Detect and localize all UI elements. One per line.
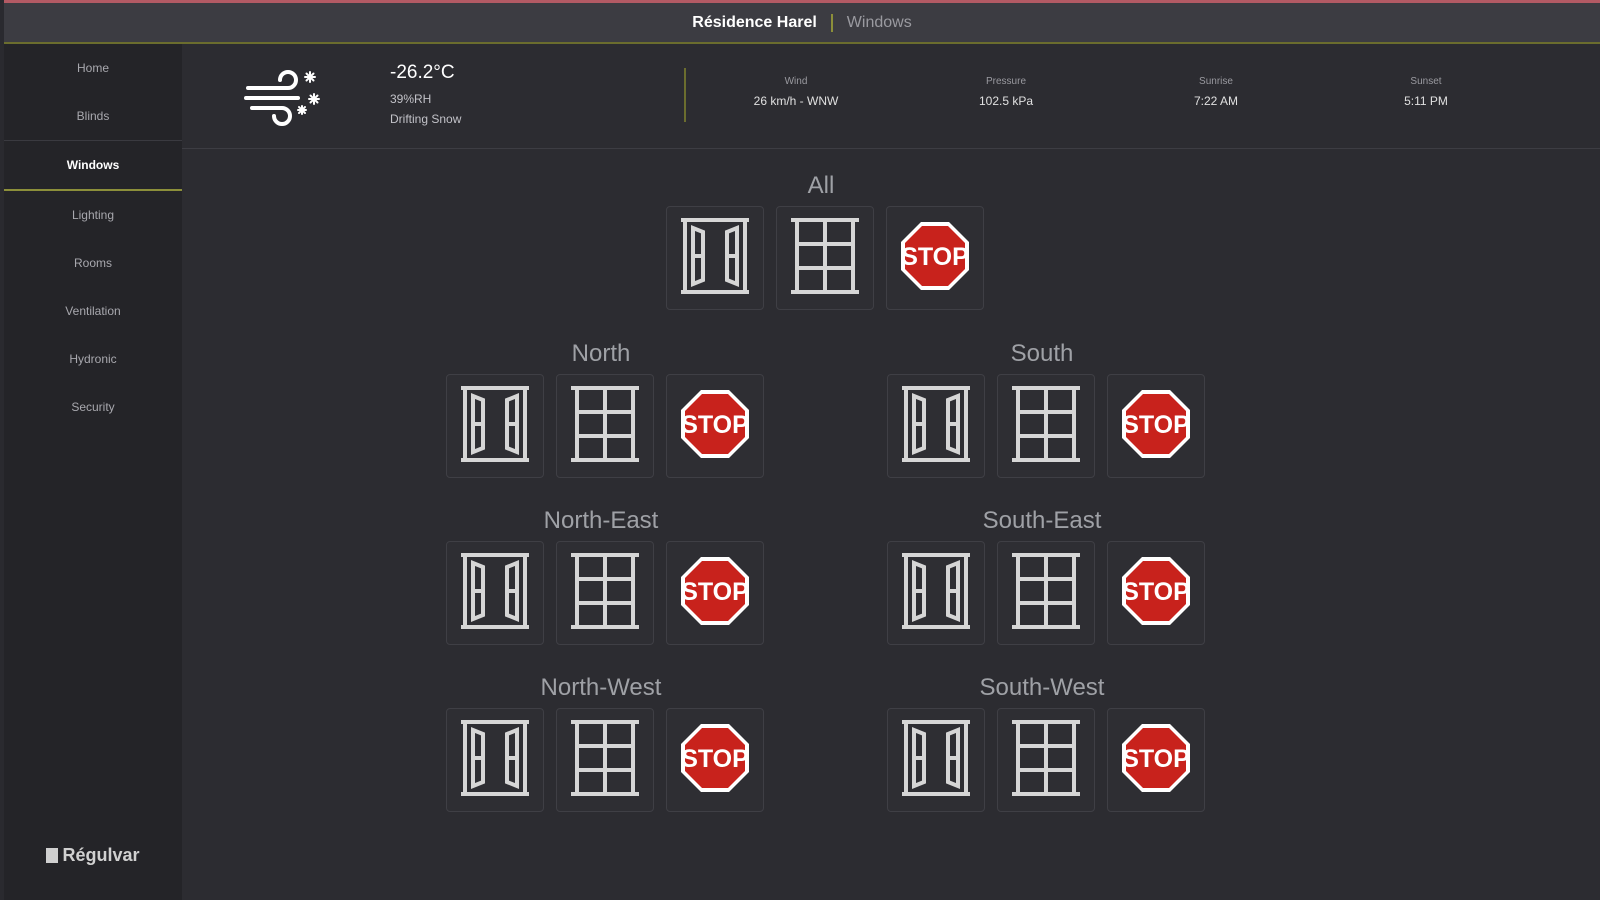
window-closed-icon bbox=[569, 549, 641, 638]
window-closed-icon bbox=[569, 382, 641, 471]
close-button-north-east[interactable] bbox=[556, 541, 654, 645]
sidebar-item-blinds[interactable]: Blinds bbox=[4, 92, 182, 140]
current-page-title: Windows bbox=[846, 13, 912, 31]
stop-label: STOP bbox=[1122, 411, 1190, 439]
window-closed-icon bbox=[789, 214, 861, 303]
window-closed-icon bbox=[569, 716, 641, 805]
sunset-value: 5:11 PM bbox=[1404, 94, 1448, 108]
stop-label: STOP bbox=[681, 411, 749, 439]
stop-sign-icon: STOP bbox=[1120, 388, 1192, 465]
sunrise-stat: Sunrise 7:22 AM bbox=[1116, 76, 1316, 108]
group-buttons-north-east: STOP bbox=[446, 541, 764, 645]
stop-label: STOP bbox=[901, 243, 969, 271]
wind-label: Wind bbox=[784, 76, 808, 87]
group-title-north: North bbox=[571, 340, 631, 367]
close-button-all[interactable] bbox=[776, 206, 874, 310]
open-button-south-west[interactable] bbox=[887, 708, 985, 812]
stop-button-north-east[interactable]: STOP bbox=[666, 541, 764, 645]
stop-button-north-west[interactable]: STOP bbox=[666, 708, 764, 812]
open-button-south[interactable] bbox=[887, 374, 985, 478]
group-title-all: All bbox=[807, 172, 835, 199]
brand-title: Résidence Harel bbox=[692, 13, 817, 31]
sunrise-value: 7:22 AM bbox=[1193, 94, 1239, 108]
stop-label: STOP bbox=[681, 745, 749, 773]
drifting-snow-icon bbox=[244, 66, 324, 131]
window-closed-icon bbox=[1010, 716, 1082, 805]
window-open-icon bbox=[459, 716, 531, 805]
group-buttons-all: STOP bbox=[666, 206, 984, 310]
group-buttons-south-east: STOP bbox=[887, 541, 1205, 645]
stop-sign-icon: STOP bbox=[679, 722, 751, 799]
weather-panel: -26.2°C 39%RH Drifting Snow Wind 26 km/h… bbox=[182, 44, 1600, 149]
open-button-north-east[interactable] bbox=[446, 541, 544, 645]
logo-mark-icon bbox=[46, 848, 59, 863]
window-open-icon bbox=[900, 382, 972, 471]
sidebar-item-lighting[interactable]: Lighting bbox=[4, 191, 182, 239]
window-open-icon bbox=[900, 716, 972, 805]
stop-label: STOP bbox=[1122, 745, 1190, 773]
window-open-icon bbox=[679, 214, 751, 303]
stop-label: STOP bbox=[1122, 578, 1190, 606]
sidebar-item-ventilation[interactable]: Ventilation bbox=[4, 287, 182, 335]
stop-button-all[interactable]: STOP bbox=[886, 206, 984, 310]
sidebar-item-windows[interactable]: Windows bbox=[4, 140, 182, 191]
title-bar: Résidence Harel Windows bbox=[4, 3, 1600, 44]
stop-button-south[interactable]: STOP bbox=[1107, 374, 1205, 478]
company-logo: Régulvar bbox=[4, 845, 182, 866]
pressure-value: 102.5 kPa bbox=[978, 94, 1034, 108]
open-button-south-east[interactable] bbox=[887, 541, 985, 645]
sidebar: Home Blinds Windows Lighting Rooms Venti… bbox=[4, 44, 182, 900]
group-title-south-west: South-West bbox=[979, 674, 1105, 701]
group-buttons-south: STOP bbox=[887, 374, 1205, 478]
stop-sign-icon: STOP bbox=[679, 555, 751, 632]
stop-button-north[interactable]: STOP bbox=[666, 374, 764, 478]
open-button-all[interactable] bbox=[666, 206, 764, 310]
close-button-south-east[interactable] bbox=[997, 541, 1095, 645]
window-open-icon bbox=[459, 382, 531, 471]
close-button-south[interactable] bbox=[997, 374, 1095, 478]
sidebar-item-rooms[interactable]: Rooms bbox=[4, 239, 182, 287]
window-open-icon bbox=[900, 549, 972, 638]
open-button-north-west[interactable] bbox=[446, 708, 544, 812]
wind-value: 26 km/h - WNW bbox=[753, 94, 839, 108]
title-separator bbox=[830, 13, 833, 32]
pressure-stat: Pressure 102.5 kPa bbox=[906, 76, 1106, 108]
group-title-south: South bbox=[1010, 340, 1074, 367]
group-buttons-south-west: STOP bbox=[887, 708, 1205, 812]
group-title-north-west: North-West bbox=[540, 674, 662, 701]
app-frame: Résidence Harel Windows Home Blinds Wind… bbox=[4, 0, 1600, 900]
wind-stat: Wind 26 km/h - WNW bbox=[696, 76, 896, 108]
open-button-north[interactable] bbox=[446, 374, 544, 478]
close-button-south-west[interactable] bbox=[997, 708, 1095, 812]
pressure-label: Pressure bbox=[985, 76, 1026, 87]
weather-condition: Drifting Snow bbox=[390, 112, 462, 126]
stop-button-south-west[interactable]: STOP bbox=[1107, 708, 1205, 812]
humidity-value: 39%RH bbox=[390, 92, 432, 106]
window-closed-icon bbox=[1010, 382, 1082, 471]
stop-button-south-east[interactable]: STOP bbox=[1107, 541, 1205, 645]
close-button-north-west[interactable] bbox=[556, 708, 654, 812]
sidebar-item-security[interactable]: Security bbox=[4, 383, 182, 431]
close-button-north[interactable] bbox=[556, 374, 654, 478]
weather-divider bbox=[684, 68, 686, 122]
stop-sign-icon: STOP bbox=[1120, 555, 1192, 632]
stop-sign-icon: STOP bbox=[899, 220, 971, 297]
group-buttons-north: STOP bbox=[446, 374, 764, 478]
stop-sign-icon: STOP bbox=[1120, 722, 1192, 799]
temperature-value: -26.2°C bbox=[390, 62, 455, 83]
group-title-north-east: North-East bbox=[543, 507, 659, 534]
window-closed-icon bbox=[1010, 549, 1082, 638]
stop-label: STOP bbox=[681, 578, 749, 606]
window-open-icon bbox=[459, 549, 531, 638]
sidebar-item-hydronic[interactable]: Hydronic bbox=[4, 335, 182, 383]
stop-sign-icon: STOP bbox=[679, 388, 751, 465]
logo-text: Régulvar bbox=[62, 845, 140, 865]
group-title-south-east: South-East bbox=[982, 507, 1102, 534]
sunset-label: Sunset bbox=[1410, 76, 1442, 87]
sunset-stat: Sunset 5:11 PM bbox=[1326, 76, 1526, 108]
group-buttons-north-west: STOP bbox=[446, 708, 764, 812]
sunrise-label: Sunrise bbox=[1199, 76, 1233, 87]
sidebar-item-home[interactable]: Home bbox=[4, 44, 182, 92]
